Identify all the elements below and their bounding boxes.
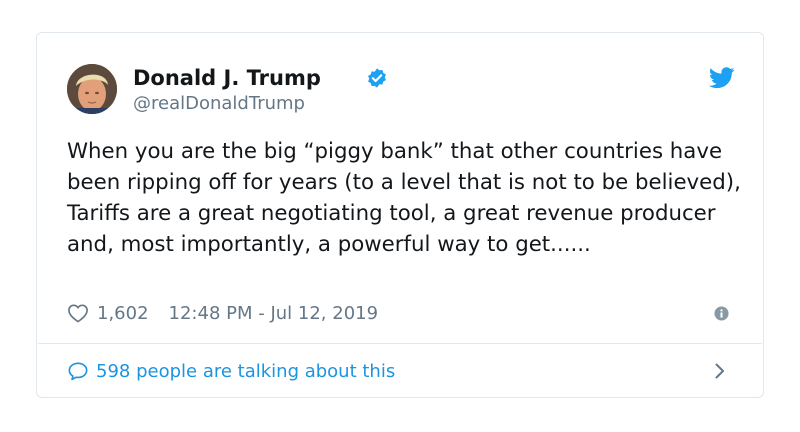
conversation-link[interactable]: 598 people are talking about this <box>67 356 395 386</box>
timestamp[interactable]: 12:48 PM - Jul 12, 2019 <box>169 303 379 324</box>
author-handle[interactable]: @realDonaldTrump <box>133 92 305 116</box>
heart-icon[interactable] <box>67 303 89 323</box>
avatar[interactable] <box>67 64 117 114</box>
chevron-right-icon[interactable] <box>713 361 727 381</box>
tweet-card: Donald J. Trump @realDonaldTrump When yo… <box>36 32 764 398</box>
conversation-link-label: 598 people are talking about this <box>96 360 396 382</box>
twitter-bird-icon[interactable] <box>709 67 735 89</box>
tweet-meta: 1,602 12:48 PM - Jul 12, 2019 <box>67 299 378 327</box>
info-icon[interactable] <box>714 306 729 321</box>
author-name[interactable]: Donald J. Trump <box>133 64 321 92</box>
tweet-text: When you are the big “piggy bank” that o… <box>67 139 741 257</box>
divider <box>38 343 762 344</box>
speech-bubble-icon <box>68 362 88 381</box>
like-count[interactable]: 1,602 <box>97 303 149 324</box>
verified-badge-icon <box>368 68 386 88</box>
